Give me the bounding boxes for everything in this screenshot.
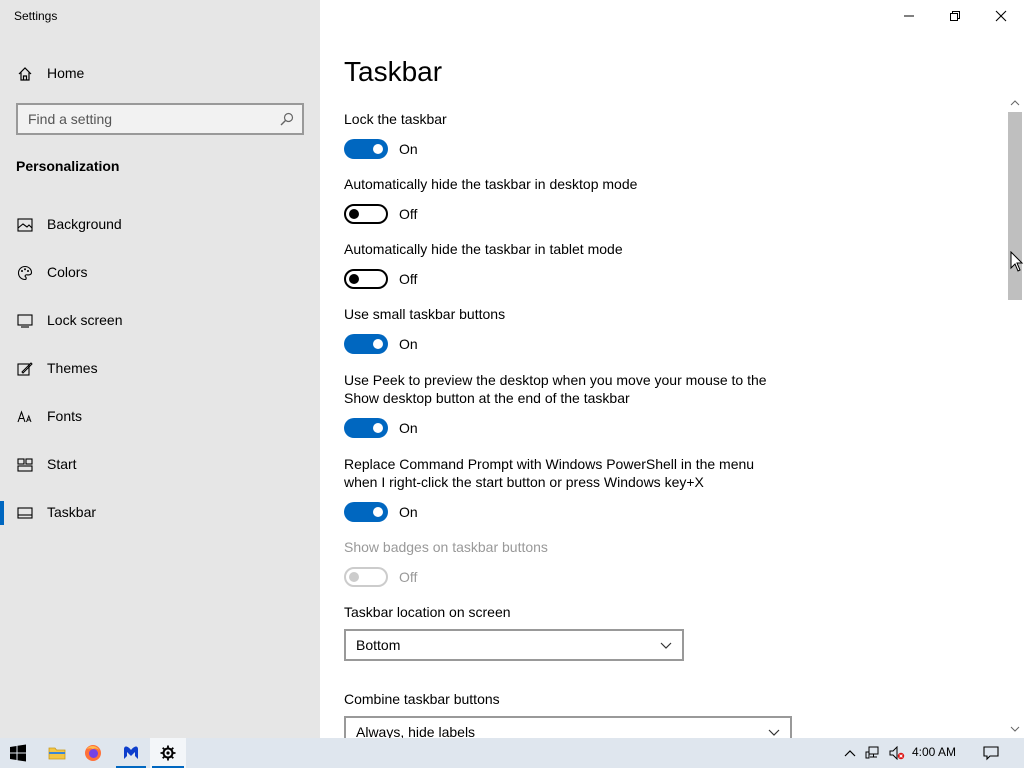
sidebar-item-label: Fonts xyxy=(47,408,83,424)
palette-icon xyxy=(17,265,33,281)
location-dropdown[interactable]: Bottom xyxy=(344,629,684,661)
minimize-button[interactable] xyxy=(886,0,932,32)
windows-taskbar: 4:00 AM xyxy=(0,738,1024,768)
file-explorer-button[interactable] xyxy=(40,738,74,768)
malwarebytes-icon xyxy=(124,746,138,759)
setting-lock-taskbar-label: Lock the taskbar xyxy=(344,111,447,127)
home-label: Home xyxy=(47,65,85,81)
app-title: Settings xyxy=(14,9,58,23)
sidebar-item-themes[interactable]: Themes xyxy=(0,349,320,389)
home-icon xyxy=(18,67,32,81)
chevron-down-icon xyxy=(660,642,672,649)
setting-autohide-tablet-label: Automatically hide the taskbar in tablet… xyxy=(344,241,623,257)
page-title: Taskbar xyxy=(344,56,443,87)
home-nav-item[interactable]: Home xyxy=(0,58,320,90)
setting-badges-label: Show badges on taskbar buttons xyxy=(344,539,548,555)
sidebar-item-label: Lock screen xyxy=(47,312,123,328)
search-box[interactable] xyxy=(16,103,304,135)
main-pane: Taskbar Lock the taskbar On Automaticall… xyxy=(320,0,1024,738)
autohide-desktop-toggle[interactable] xyxy=(344,204,388,224)
sidebar-item-start[interactable]: Start xyxy=(0,445,320,485)
combine-label: Combine taskbar buttons xyxy=(344,691,500,707)
sidebar-item-label: Background xyxy=(47,216,122,232)
notification-icon xyxy=(983,746,999,761)
setting-peek-label: Use Peek to preview the desktop when you… xyxy=(344,372,767,406)
scrollbar[interactable] xyxy=(1006,96,1024,738)
network-icon xyxy=(865,746,879,759)
combine-value: Always, hide labels xyxy=(356,724,476,738)
sidebar-item-lock-screen[interactable]: Lock screen xyxy=(0,301,320,341)
action-center-button[interactable] xyxy=(976,738,1006,768)
firefox-icon xyxy=(85,745,101,761)
firefox-button[interactable] xyxy=(76,738,110,768)
setting-powershell-label: Replace Command Prompt with Windows Powe… xyxy=(344,456,755,490)
start-icon xyxy=(17,458,33,472)
location-value: Bottom xyxy=(356,637,401,653)
volume-muted-icon xyxy=(889,746,905,760)
location-label: Taskbar location on screen xyxy=(344,604,511,620)
folder-icon xyxy=(48,747,66,760)
restore-button[interactable] xyxy=(932,0,978,32)
powershell-toggle[interactable] xyxy=(344,502,388,522)
setting-autohide-desktop-label: Automatically hide the taskbar in deskto… xyxy=(344,176,638,192)
settings-taskbar-button[interactable] xyxy=(150,738,186,768)
toggle-state: Off xyxy=(399,271,418,287)
sidebar-item-label: Start xyxy=(47,456,77,472)
search-icon[interactable] xyxy=(280,112,294,126)
themes-icon xyxy=(17,362,33,376)
toggle-state: Off xyxy=(399,569,418,585)
mouse-cursor-icon xyxy=(1010,251,1024,272)
toggle-state: Off xyxy=(399,206,418,222)
lock-taskbar-toggle[interactable] xyxy=(344,139,388,159)
windows-logo-icon xyxy=(10,744,26,762)
network-button[interactable] xyxy=(862,738,884,768)
close-button[interactable] xyxy=(978,0,1024,32)
autohide-tablet-toggle[interactable] xyxy=(344,269,388,289)
sidebar-item-label: Colors xyxy=(47,264,88,280)
clock[interactable]: 4:00 AM xyxy=(912,745,956,759)
taskbar-icon xyxy=(17,507,33,519)
scroll-up-arrow-icon[interactable] xyxy=(1006,96,1024,110)
search-input[interactable] xyxy=(18,105,302,133)
toggle-state: On xyxy=(399,504,418,520)
scroll-down-arrow-icon[interactable] xyxy=(1006,722,1024,736)
peek-toggle[interactable] xyxy=(344,418,388,438)
toggle-state: On xyxy=(399,420,418,436)
section-heading: Personalization xyxy=(16,158,120,174)
setting-small-buttons-label: Use small taskbar buttons xyxy=(344,306,506,322)
malwarebytes-button[interactable] xyxy=(114,738,148,768)
lock-screen-icon xyxy=(17,314,33,328)
fonts-icon xyxy=(17,410,32,423)
badges-toggle xyxy=(344,567,388,587)
gear-icon xyxy=(160,745,176,761)
small-buttons-toggle[interactable] xyxy=(344,334,388,354)
chevron-up-icon xyxy=(844,750,856,757)
sidebar: Settings Home Personalization Background… xyxy=(0,0,320,738)
sidebar-item-colors[interactable]: Colors xyxy=(0,253,320,293)
sidebar-item-label: Themes xyxy=(47,360,98,376)
restore-icon xyxy=(950,11,960,21)
chevron-down-icon xyxy=(768,729,780,736)
sidebar-item-background[interactable]: Background xyxy=(0,205,320,245)
start-button[interactable] xyxy=(0,738,36,768)
sidebar-item-fonts[interactable]: Fonts xyxy=(0,397,320,437)
sidebar-item-taskbar[interactable]: Taskbar xyxy=(0,493,320,533)
toggle-state: On xyxy=(399,141,418,157)
sidebar-item-label: Taskbar xyxy=(47,504,97,520)
minimize-icon xyxy=(904,15,914,17)
close-icon xyxy=(995,10,1007,22)
image-icon xyxy=(17,218,33,232)
toggle-state: On xyxy=(399,336,418,352)
volume-button[interactable] xyxy=(886,738,908,768)
combine-dropdown[interactable]: Always, hide labels xyxy=(344,716,792,738)
show-hidden-icons-button[interactable] xyxy=(840,738,860,768)
